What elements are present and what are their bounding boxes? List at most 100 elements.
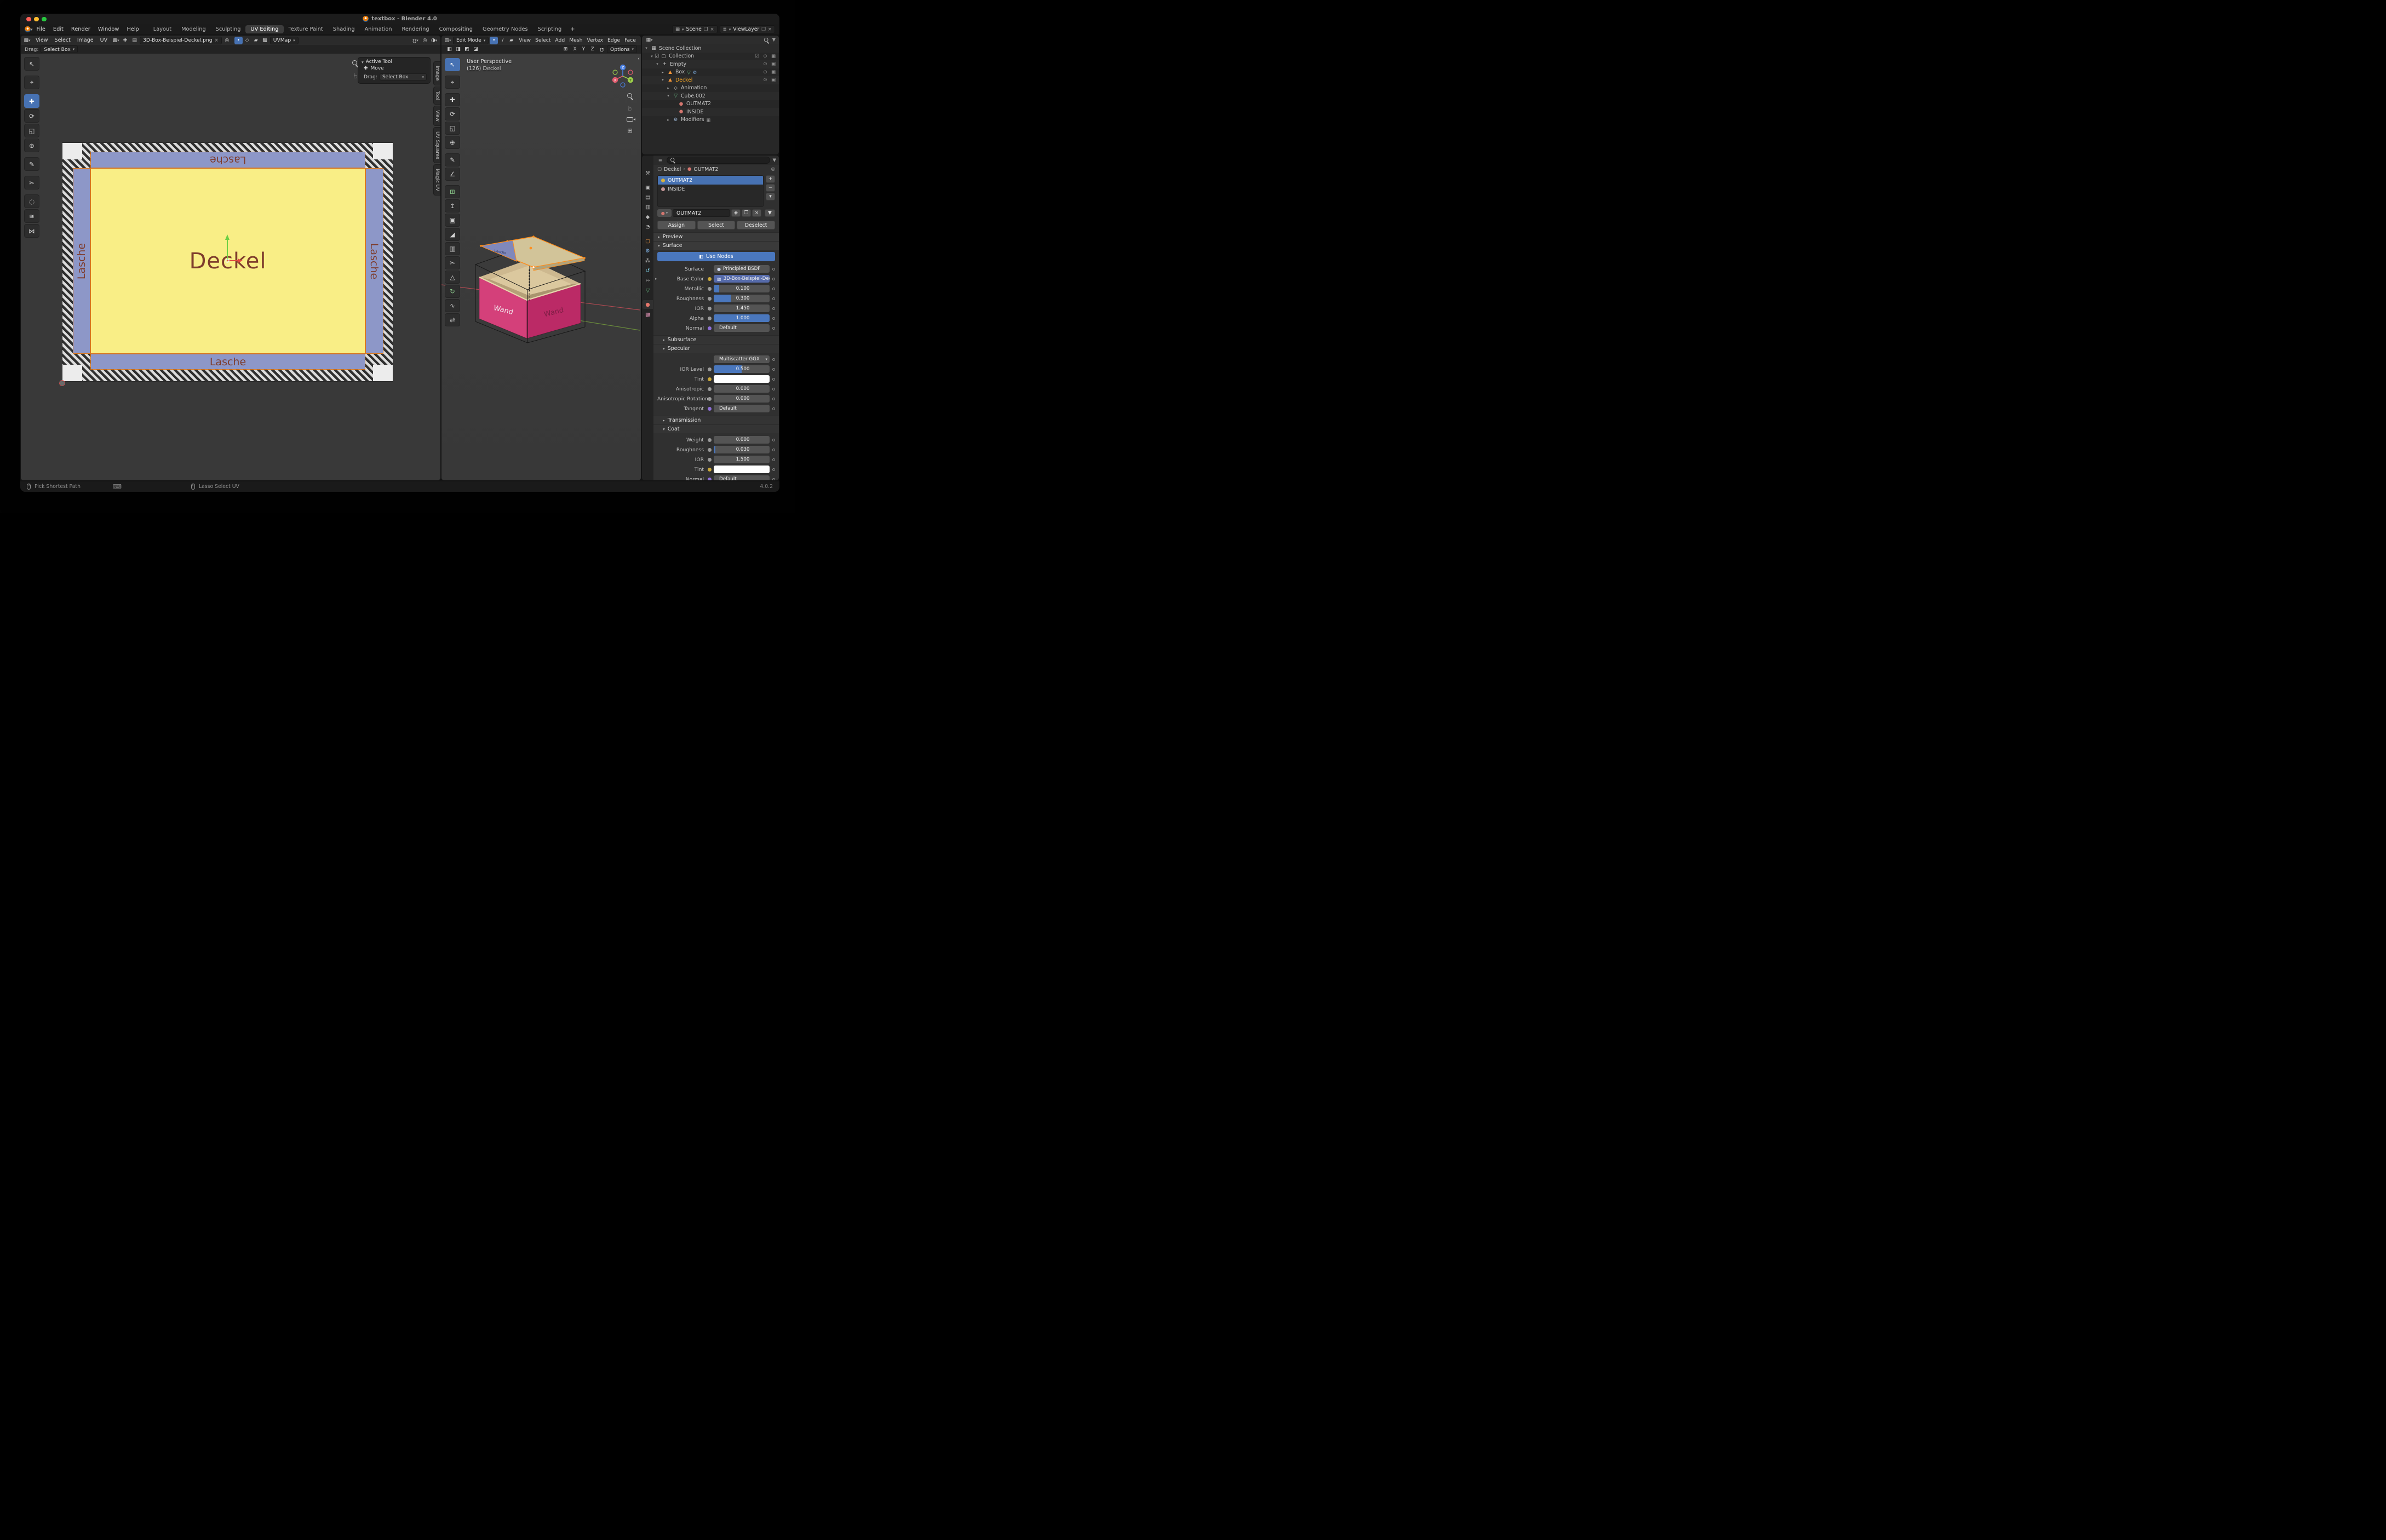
blender-menu-icon[interactable] [25, 26, 31, 32]
properties-tab[interactable]: ▽ [643, 286, 653, 295]
decorator-dot[interactable] [772, 458, 775, 461]
minimize-window-button[interactable] [34, 17, 39, 22]
property-field[interactable]: Default [714, 475, 770, 480]
viewport-tool-button[interactable]: ↻ [445, 285, 460, 298]
decorator-dot[interactable] [772, 297, 775, 300]
viewport-menu-item[interactable]: Mesh [567, 36, 584, 44]
uv-flap-left[interactable]: Lasche [73, 168, 90, 354]
panel-surface[interactable]: ▾Surface [653, 241, 779, 250]
selectable-checkbox-icon[interactable]: ☑ [754, 54, 760, 59]
open-image-icon[interactable]: ▤ [130, 37, 139, 44]
workspace-tab[interactable]: Geometry Nodes [478, 25, 533, 33]
slot-specials-menu-button[interactable]: ▾ [766, 193, 775, 200]
properties-tab[interactable]: ↺ [643, 266, 653, 275]
workspace-tab[interactable]: Rendering [397, 25, 434, 33]
property-field[interactable] [714, 375, 770, 383]
image-name-field[interactable]: 3D-Box-Beispiel-Deckel.png × [140, 37, 222, 44]
breadcrumb-object[interactable]: Deckel [664, 166, 681, 173]
uv-map-selector[interactable]: UVMap▾ [270, 37, 299, 44]
outliner-row[interactable]: ● OUTMAT2 [642, 100, 779, 108]
property-field[interactable] [714, 466, 770, 474]
workspace-tab[interactable]: Compositing [434, 25, 478, 33]
breadcrumb-material[interactable]: OUTMAT2 [693, 166, 718, 173]
mode-dropdown[interactable]: Edit Mode▾ [453, 37, 489, 44]
outliner-row[interactable]: ▸ ⚙ Modifiers ▣ [642, 116, 779, 124]
shading-mode-icon[interactable]: ◨ [454, 45, 462, 53]
outliner-row[interactable]: ▸ ▲ Box ▽ ⚙ ⊙ ▣ [642, 68, 779, 77]
viewport-menu-item[interactable]: Select [533, 36, 553, 44]
unlink-material-icon[interactable]: × [752, 209, 761, 217]
workspace-tab[interactable]: Texture Paint [284, 25, 328, 33]
properties-tab[interactable]: ⚒ [643, 169, 653, 177]
properties-tab[interactable]: ● [643, 300, 653, 309]
uv-select-mode-button[interactable]: ▩ [261, 37, 269, 44]
uv-tool-button[interactable]: ⋈ [24, 224, 39, 238]
mirror-grid-icon[interactable]: ⊞ [561, 45, 570, 53]
viewport-menu-item[interactable]: Vertex [584, 36, 605, 44]
uv-tool-button[interactable]: ✚ [24, 94, 39, 108]
property-field[interactable]: 0.300 [714, 295, 770, 303]
panel-subsurface[interactable]: ▸Subsurface [653, 335, 779, 344]
viewport-menu-item[interactable]: View [517, 36, 533, 44]
editor-type-icon[interactable]: ▧▾ [444, 37, 452, 44]
viewport-tool-button[interactable]: ⊞ [445, 185, 460, 198]
viewport-tool-button[interactable]: ◢ [445, 228, 460, 241]
viewport-tool-button[interactable]: ∠ [445, 168, 460, 181]
sidebar-tab[interactable]: Magic UV [433, 164, 440, 196]
properties-tab[interactable]: ▣ [643, 183, 653, 192]
hide-eye-icon[interactable]: ⊙ [762, 70, 768, 75]
uv-menu-item[interactable]: UV [97, 36, 111, 44]
mirror-axis-button[interactable]: Z [588, 45, 596, 53]
outliner-row[interactable]: ▾ + Empty ⊙ ▣ [642, 60, 779, 68]
drag-mode-dropdown[interactable]: Select Box▾ [41, 45, 78, 53]
image-browse-icon[interactable]: ▩▾ [112, 37, 120, 44]
sidebar-toggle-icon[interactable]: ‹ [638, 56, 640, 62]
viewport-tool-button[interactable]: ⟳ [445, 107, 460, 120]
proportional-edit-icon[interactable]: ◎ [421, 37, 429, 44]
material-slot[interactable]: INSIDE [658, 185, 763, 193]
decorator-dot[interactable] [772, 449, 775, 451]
properties-tab[interactable]: ▥ [643, 203, 653, 211]
property-field[interactable]: Multiscatter GGX ▾ [714, 355, 770, 364]
topbar-menu-item[interactable]: Help [123, 25, 142, 34]
property-field[interactable]: 0.000 [714, 395, 770, 403]
browse-material-button[interactable]: ●▾ [657, 209, 672, 217]
filter-funnel-icon[interactable]: ▼ [765, 209, 775, 217]
property-field[interactable]: 1.450 [714, 304, 770, 313]
expander-icon[interactable]: ▾ [644, 46, 649, 50]
close-window-button[interactable] [26, 17, 31, 22]
uv-tool-button[interactable]: ◌ [24, 194, 39, 208]
property-field[interactable]: 0.030 [714, 446, 770, 454]
decorator-dot[interactable] [772, 307, 775, 310]
unlink-image-icon[interactable]: × [215, 38, 219, 43]
zoom-window-button[interactable] [42, 17, 47, 22]
use-nodes-button[interactable]: ◧ Use Nodes [657, 252, 775, 261]
outliner-row[interactable]: ▾ ▦ Scene Collection [642, 44, 779, 53]
property-field[interactable]: ● Principled BSDF [714, 265, 770, 273]
uv-tool-button[interactable]: ≋ [24, 209, 39, 223]
material-slot[interactable]: OUTMAT2 [658, 176, 763, 185]
viewport-tool-button[interactable]: ◱ [445, 122, 460, 135]
pin-icon[interactable]: ◎ [771, 166, 775, 172]
fake-user-icon[interactable]: ◈ [731, 209, 741, 217]
expander-icon[interactable]: ▾ [660, 78, 666, 82]
decorator-dot[interactable] [772, 388, 775, 390]
editor-type-icon[interactable]: ▦▾ [645, 36, 653, 44]
decorator-dot[interactable] [772, 368, 775, 371]
viewlayer-selector[interactable]: ≣ ▾ ViewLayer ❐ × [720, 25, 775, 33]
remove-slot-button[interactable]: − [766, 184, 775, 192]
uv-menu-item[interactable]: Select [51, 36, 74, 44]
expander-icon[interactable]: ▸ [666, 118, 671, 122]
uv-tool-button[interactable]: ✎ [24, 157, 39, 171]
hide-eye-icon[interactable]: ⊙ [762, 61, 768, 67]
viewport-tool-button[interactable]: ▥ [445, 242, 460, 255]
workspace-tab[interactable]: Scripting [533, 25, 567, 33]
workspace-tab[interactable]: Shading [328, 25, 360, 33]
disable-render-camera-icon[interactable]: ▣ [770, 54, 777, 59]
outliner-row[interactable]: ● INSIDE [642, 108, 779, 116]
mirror-axis-button[interactable]: Y [580, 45, 588, 53]
property-field[interactable]: Default [714, 405, 770, 413]
orthographic-grid-icon[interactable]: ⊞ [627, 127, 632, 134]
viewport-tool-button[interactable]: △ [445, 271, 460, 284]
viewport-tool-button[interactable]: ✎ [445, 153, 460, 166]
